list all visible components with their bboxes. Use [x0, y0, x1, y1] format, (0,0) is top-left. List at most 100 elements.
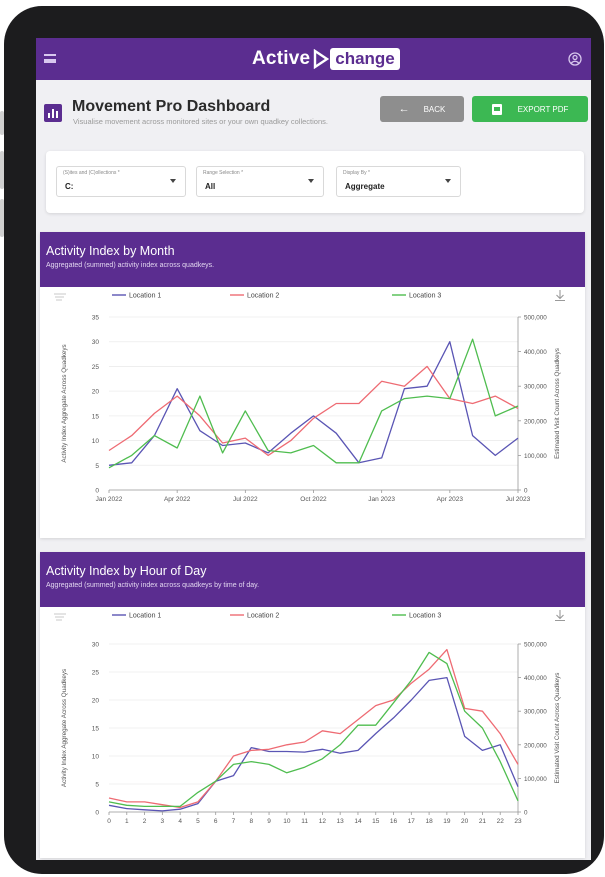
hourly-activity-panel: Activity Index by Hour of Day Aggregated…: [40, 552, 585, 858]
y-tick-label: 30: [92, 642, 100, 649]
y-tick-label: 5: [95, 782, 99, 789]
logo-text-active: Active: [252, 48, 311, 69]
y2-tick-label: 200,000: [524, 418, 547, 425]
download-glyph: [555, 610, 565, 622]
x-tick-label: 0: [107, 818, 111, 825]
x-tick-label: 4: [178, 818, 182, 825]
y-tick-label: 25: [92, 364, 100, 371]
x-tick-label: 21: [479, 818, 487, 825]
y2-tick-label: 200,000: [524, 742, 547, 749]
bar-chart-icon: [44, 104, 62, 122]
arrow-left-icon: ←: [398, 103, 410, 115]
y-tick-label: 20: [92, 698, 100, 705]
page-subtitle: Visualise movement across monitored site…: [73, 117, 328, 126]
x-tick-label: Jan 2022: [96, 496, 123, 503]
panel-header: Activity Index by Hour of Day Aggregated…: [40, 552, 585, 607]
y-tick-label: 25: [92, 670, 100, 677]
x-tick-label: 12: [319, 818, 327, 825]
x-tick-label: 23: [514, 818, 522, 825]
x-tick-label: 10: [283, 818, 291, 825]
chevron-down-icon: [445, 179, 451, 183]
chart-subtitle: Aggregated (summed) activity index acros…: [46, 582, 260, 589]
x-tick-label: 18: [425, 818, 433, 825]
y2-tick-label: 500,000: [524, 642, 547, 649]
legend-label: Location 1: [129, 613, 161, 620]
x-tick-label: 3: [161, 818, 165, 825]
chart-title: Activity Index by Hour of Day: [46, 564, 207, 578]
top-app-bar: Active change: [36, 38, 591, 80]
app-screen: Active change Movement Pro Dashboard Vis…: [36, 38, 591, 860]
monthly-activity-chart[interactable]: Location 1 Location 2 Location 3 0 5 10 15 20 25…: [40, 287, 585, 538]
download-glyph: [555, 290, 565, 302]
x-tick-label: 14: [354, 818, 362, 825]
x-tick-label: Apr 2022: [164, 496, 191, 503]
logo-mark-icon: [314, 49, 330, 69]
field-label: Range Selection *: [203, 170, 244, 176]
x-tick-label: 15: [372, 818, 380, 825]
series-line-location-3: [108, 651, 519, 808]
filter-lines-icon: [54, 613, 66, 621]
y2-tick-label: 400,000: [524, 349, 547, 356]
app-logo[interactable]: Active change: [252, 46, 400, 72]
y-tick-label: 5: [95, 463, 99, 470]
y2-tick-label: 500,000: [524, 315, 547, 322]
display-by-select[interactable]: Display By * Aggregate: [336, 166, 461, 197]
legend-label: Location 2: [247, 613, 279, 620]
sites-collections-select[interactable]: (S)ites and (C)ollections * C:: [56, 166, 186, 197]
logo-text-change: change: [330, 48, 400, 70]
y-tick-label: 20: [92, 389, 100, 396]
y-tick-label: 15: [92, 413, 100, 420]
range-selection-select[interactable]: Range Selection * All: [196, 166, 324, 197]
y2-tick-label: 300,000: [524, 384, 547, 391]
field-value: All: [205, 182, 216, 191]
x-tick-label: 5: [196, 818, 200, 825]
y-tick-label: 15: [92, 726, 100, 733]
x-tick-label: 17: [408, 818, 416, 825]
filter-lines-icon: [54, 293, 66, 301]
user-icon[interactable]: [568, 52, 582, 66]
y-axis-title: Activity Index Aggregate Across Quadkeys: [61, 669, 68, 787]
x-tick-label: Jan 2023: [368, 496, 395, 503]
panel-header: Activity Index by Month Aggregated (summ…: [40, 232, 585, 287]
y-tick-label: 35: [92, 315, 100, 322]
export-pdf-button[interactable]: EXPORT PDF: [472, 96, 588, 122]
hourly-activity-chart[interactable]: Location 1 Location 2 Location 30510152025…: [40, 607, 585, 858]
field-value: Aggregate: [345, 182, 385, 191]
x-tick-label: 16: [390, 818, 398, 825]
y-tick-label: 10: [92, 754, 100, 761]
x-tick-label: Jul 2022: [233, 496, 258, 503]
hardware-button: [0, 151, 4, 189]
x-tick-label: 19: [443, 818, 451, 825]
legend-label: Location 2: [247, 293, 279, 300]
x-tick-label: Jul 2023: [506, 496, 531, 503]
y2-axis-title: Estimated Visit Count Across Quadkeys: [554, 348, 561, 459]
legend-label: Location 1: [129, 293, 161, 300]
y2-tick-label: 400,000: [524, 675, 547, 682]
pdf-icon: [491, 103, 502, 115]
y2-tick-label: 300,000: [524, 709, 547, 716]
filter-card: (S)ites and (C)ollections * C: Range Sel…: [46, 151, 584, 213]
field-label: (S)ites and (C)ollections *: [63, 170, 120, 176]
x-tick-label: 20: [461, 818, 469, 825]
x-tick-label: 6: [214, 818, 218, 825]
export-pdf-label: EXPORT PDF: [517, 104, 569, 114]
y2-axis-title: Estimated Visit Count Across Quadkeys: [554, 673, 561, 784]
y2-tick-label: 0: [524, 810, 528, 817]
x-tick-label: Oct 2022: [300, 496, 327, 503]
legend-label: Location 3: [409, 293, 441, 300]
hardware-button: [0, 199, 4, 237]
x-tick-label: 11: [301, 818, 308, 825]
x-tick-label: 8: [249, 818, 253, 825]
menu-icon[interactable]: [44, 54, 56, 63]
chart-title: Activity Index by Month: [46, 244, 175, 258]
y-tick-label: 0: [95, 810, 99, 817]
x-tick-label: 22: [497, 818, 505, 825]
download-icon: [555, 610, 565, 622]
download-icon: [555, 290, 565, 302]
y-tick-label: 10: [92, 438, 100, 445]
series-line-location-1: [108, 341, 519, 466]
field-label: Display By *: [343, 170, 370, 176]
x-tick-label: 1: [125, 818, 129, 825]
x-tick-label: Apr 2023: [437, 496, 464, 503]
back-button[interactable]: ← BACK: [380, 96, 464, 122]
